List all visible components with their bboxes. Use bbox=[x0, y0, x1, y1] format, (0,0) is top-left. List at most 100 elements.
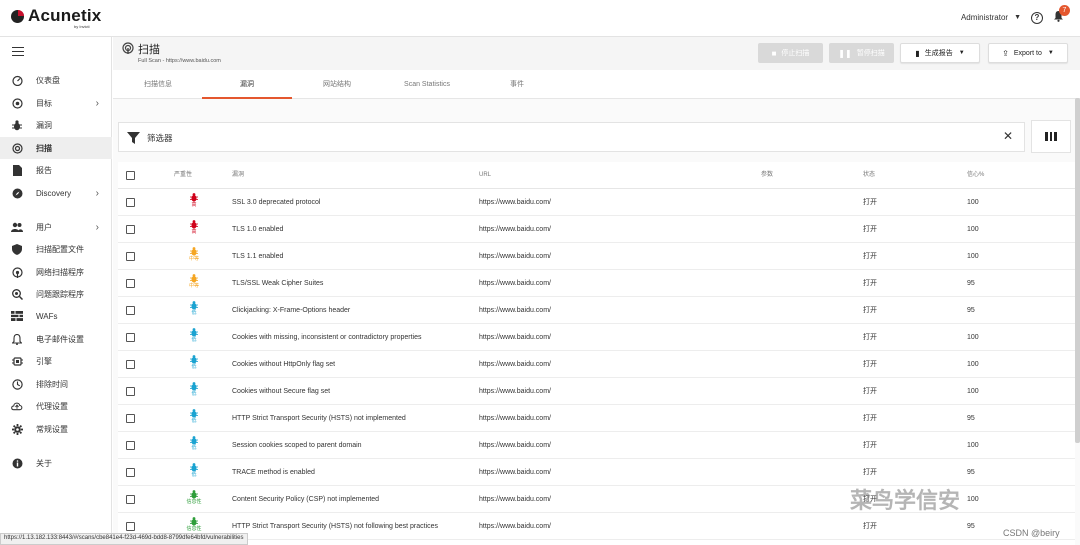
vuln-name[interactable]: HTTP Strict Transport Security (HSTS) no… bbox=[232, 513, 438, 540]
row-checkbox[interactable] bbox=[126, 198, 135, 207]
vuln-name[interactable]: HTTP Strict Transport Security (HSTS) no… bbox=[232, 405, 406, 432]
sidebar-item[interactable]: 常规设置 bbox=[0, 418, 112, 440]
sidebar-item[interactable]: 报告 bbox=[0, 159, 112, 181]
stop-scan-button[interactable]: ■ 停止扫描 bbox=[758, 43, 823, 63]
sidebar-item[interactable]: 电子邮件设置 bbox=[0, 328, 112, 350]
vuln-name[interactable]: Cookies without HttpOnly flag set bbox=[232, 351, 335, 378]
select-all-checkbox[interactable] bbox=[126, 171, 135, 180]
sidebar-item-label: 关于 bbox=[36, 458, 52, 468]
sidebar-item[interactable]: 漏洞 bbox=[0, 114, 112, 136]
sidebar-item[interactable]: 仪表盘 bbox=[0, 69, 112, 91]
sidebar-item[interactable]: 引擎 bbox=[0, 350, 112, 372]
export-button[interactable]: ⇪ Export to ▼ bbox=[988, 43, 1068, 63]
vuln-name[interactable]: Clickjacking: X-Frame-Options header bbox=[232, 297, 350, 324]
row-checkbox[interactable] bbox=[126, 495, 135, 504]
filter-bar[interactable]: 筛选器 ✕ bbox=[118, 122, 1025, 152]
status-cell: 打开 bbox=[863, 307, 877, 314]
sidebar-item-label: 扫描配置文件 bbox=[36, 244, 84, 254]
table-row[interactable]: 信息性 HTTP Strict Transport Security (HSTS)… bbox=[118, 513, 1075, 540]
header-confidence[interactable]: 信心% bbox=[967, 162, 984, 189]
target-icon bbox=[11, 97, 23, 109]
row-checkbox[interactable] bbox=[126, 441, 135, 450]
table-row[interactable]: 低 Cookies without HttpOnly flag set https:… bbox=[118, 351, 1075, 378]
tab-item[interactable]: 事件 bbox=[472, 70, 562, 99]
sidebar-item[interactable]: 关于 bbox=[0, 452, 112, 474]
chevron-down-icon: ▼ bbox=[958, 50, 965, 56]
chevron-down-icon[interactable]: ▼ bbox=[1014, 14, 1021, 21]
scrollbar[interactable] bbox=[1075, 98, 1080, 443]
sidebar-item[interactable]: WAFs bbox=[0, 305, 112, 327]
header-url[interactable]: URL bbox=[479, 162, 491, 189]
help-icon[interactable]: ? bbox=[1031, 11, 1043, 24]
sidebar-item[interactable]: 问题跟踪程序 bbox=[0, 283, 112, 305]
header-severity[interactable]: 严重性 bbox=[174, 162, 192, 189]
table-row[interactable]: 低 Clickjacking: X-Frame-Options header htt… bbox=[118, 297, 1075, 324]
header-vuln[interactable]: 漏洞 bbox=[232, 162, 244, 189]
status-cell: 打开 bbox=[863, 523, 877, 530]
tab-item[interactable]: 扫描信息 bbox=[113, 70, 203, 99]
vuln-name[interactable]: TLS/SSL Weak Cipher Suites bbox=[232, 270, 323, 297]
clock-icon bbox=[11, 378, 23, 390]
table-row[interactable]: 中等 TLS/SSL Weak Cipher Suites https://www.… bbox=[118, 270, 1075, 297]
sidebar-item[interactable]: 代理设置 bbox=[0, 395, 112, 417]
bug-icon bbox=[190, 463, 198, 472]
sidebar-item[interactable]: 网络扫描程序 bbox=[0, 261, 112, 283]
table-row[interactable]: 高 TLS 1.0 enabled https://www.baidu.com/打开… bbox=[118, 216, 1075, 243]
sidebar-item[interactable]: 用户 › bbox=[0, 216, 112, 238]
logo[interactable]: Acunetix bbox=[11, 6, 101, 26]
sidebar-item[interactable]: 扫描配置文件 bbox=[0, 238, 112, 260]
severity-badge: 低 bbox=[182, 301, 206, 317]
row-checkbox[interactable] bbox=[126, 252, 135, 261]
user-menu[interactable]: Administrator bbox=[961, 13, 1008, 22]
sidebar: 仪表盘目标 › 漏洞 扫描 报告 Discovery › 用户 › 扫描配置文件网络扫描程序 问题跟… bbox=[0, 37, 112, 545]
vuln-name[interactable]: Content Security Policy (CSP) not implem… bbox=[232, 486, 379, 513]
notification-bell-icon[interactable]: 7 bbox=[1053, 5, 1070, 25]
severity-label: 高 bbox=[191, 202, 197, 208]
row-checkbox[interactable] bbox=[126, 522, 135, 531]
row-checkbox[interactable] bbox=[126, 333, 135, 342]
sidebar-item[interactable]: 扫描 bbox=[0, 137, 112, 159]
url-cell: https://www.baidu.com/ bbox=[479, 253, 551, 260]
row-checkbox[interactable] bbox=[126, 414, 135, 423]
sidebar-item[interactable]: Discovery › bbox=[0, 182, 112, 204]
table-row[interactable]: 低 Session cookies scoped to parent domain… bbox=[118, 432, 1075, 459]
tab-item[interactable]: Scan Statistics bbox=[382, 70, 472, 99]
sidebar-item-label: 用户 bbox=[36, 222, 52, 232]
row-checkbox[interactable] bbox=[126, 279, 135, 288]
table-row[interactable]: 低 HTTP Strict Transport Security (HSTS) n… bbox=[118, 405, 1075, 432]
sidebar-item[interactable]: 排除时间 bbox=[0, 373, 112, 395]
pause-icon: ❚❚ bbox=[838, 48, 852, 58]
generate-report-button[interactable]: ▮ 生成报告 ▼ bbox=[900, 43, 980, 63]
pause-scan-button[interactable]: ❚❚ 暂停扫描 bbox=[829, 43, 894, 63]
header-status[interactable]: 状态 bbox=[863, 162, 875, 189]
vuln-name[interactable]: TLS 1.1 enabled bbox=[232, 243, 283, 270]
table-row[interactable]: 低 TRACE method is enabled https://www.baid… bbox=[118, 459, 1075, 486]
row-checkbox[interactable] bbox=[126, 225, 135, 234]
sidebar-item[interactable]: 目标 › bbox=[0, 92, 112, 114]
menu-icon[interactable] bbox=[12, 47, 24, 59]
severity-badge: 信息性 bbox=[182, 517, 206, 533]
user-area: Administrator ▼ ? 7 bbox=[961, 5, 1070, 25]
cloud-proxy-icon bbox=[11, 400, 23, 412]
sidebar-item-label: 仪表盘 bbox=[36, 75, 60, 85]
tab-item[interactable]: 网站结构 bbox=[292, 70, 382, 99]
vuln-name[interactable]: Cookies with missing, inconsistent or co… bbox=[232, 324, 421, 351]
tab-item[interactable]: 漏洞 bbox=[202, 70, 292, 99]
table-row[interactable]: 中等 TLS 1.1 enabled https://www.baidu.com/打… bbox=[118, 243, 1075, 270]
header-params[interactable]: 参数 bbox=[761, 162, 773, 189]
row-checkbox[interactable] bbox=[126, 306, 135, 315]
vuln-name[interactable]: TRACE method is enabled bbox=[232, 459, 315, 486]
row-checkbox[interactable] bbox=[126, 387, 135, 396]
columns-button[interactable] bbox=[1031, 120, 1071, 153]
vuln-name[interactable]: SSL 3.0 deprecated protocol bbox=[232, 189, 320, 216]
row-checkbox[interactable] bbox=[126, 468, 135, 477]
table-row[interactable]: 低 Cookies with missing, inconsistent or c… bbox=[118, 324, 1075, 351]
vuln-name[interactable]: Cookies without Secure flag set bbox=[232, 378, 330, 405]
close-icon[interactable]: ✕ bbox=[1003, 129, 1013, 143]
sidebar-item-label: 电子邮件设置 bbox=[36, 334, 84, 344]
table-row[interactable]: 高 SSL 3.0 deprecated protocol https://www.… bbox=[118, 189, 1075, 216]
row-checkbox[interactable] bbox=[126, 360, 135, 369]
vuln-name[interactable]: Session cookies scoped to parent domain bbox=[232, 432, 362, 459]
table-row[interactable]: 低 Cookies without Secure flag set https://… bbox=[118, 378, 1075, 405]
vuln-name[interactable]: TLS 1.0 enabled bbox=[232, 216, 283, 243]
